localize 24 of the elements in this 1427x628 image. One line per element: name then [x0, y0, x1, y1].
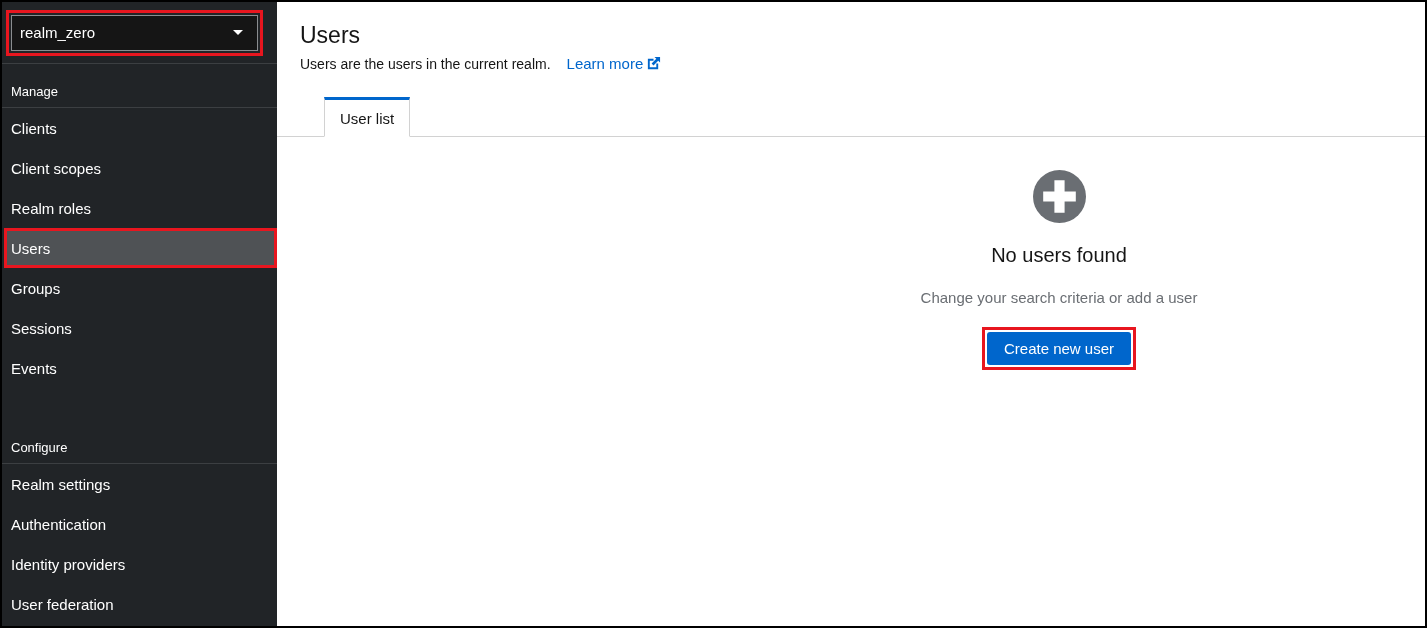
empty-state-message: Change your search criteria or add a user: [920, 289, 1198, 306]
nav-item[interactable]: Client scopes: [2, 148, 277, 188]
create-user-button[interactable]: Create new user: [986, 332, 1132, 365]
external-link-icon: [646, 56, 662, 71]
nav-item[interactable]: Realm roles: [2, 188, 277, 228]
nav-section-heading: Configure: [11, 440, 68, 455]
learn-more-link[interactable]: Learn more: [566, 55, 662, 72]
nav-item[interactable]: User federation: [2, 584, 277, 624]
page-title: Users: [300, 22, 362, 49]
page-description: Users are the users in the current realm.: [300, 55, 551, 72]
nav-item[interactable]: Users: [4, 228, 277, 268]
nav-section-heading: Manage: [11, 84, 58, 99]
nav-item[interactable]: Realm settings: [2, 464, 277, 504]
nav-item[interactable]: Identity providers: [2, 544, 277, 584]
nav-item[interactable]: Authentication: [2, 504, 277, 544]
add-icon: [1032, 170, 1086, 223]
tab[interactable]: User list: [324, 97, 411, 137]
caret-icon: [233, 30, 243, 35]
nav-item[interactable]: Events: [2, 348, 277, 388]
nav-item[interactable]: Sessions: [2, 308, 277, 348]
nav-item[interactable]: Groups: [2, 268, 277, 308]
empty-state-title: No users found: [991, 244, 1127, 267]
realm-dropdown[interactable]: realm_zero: [11, 14, 258, 51]
nav-item[interactable]: Clients: [2, 108, 277, 148]
